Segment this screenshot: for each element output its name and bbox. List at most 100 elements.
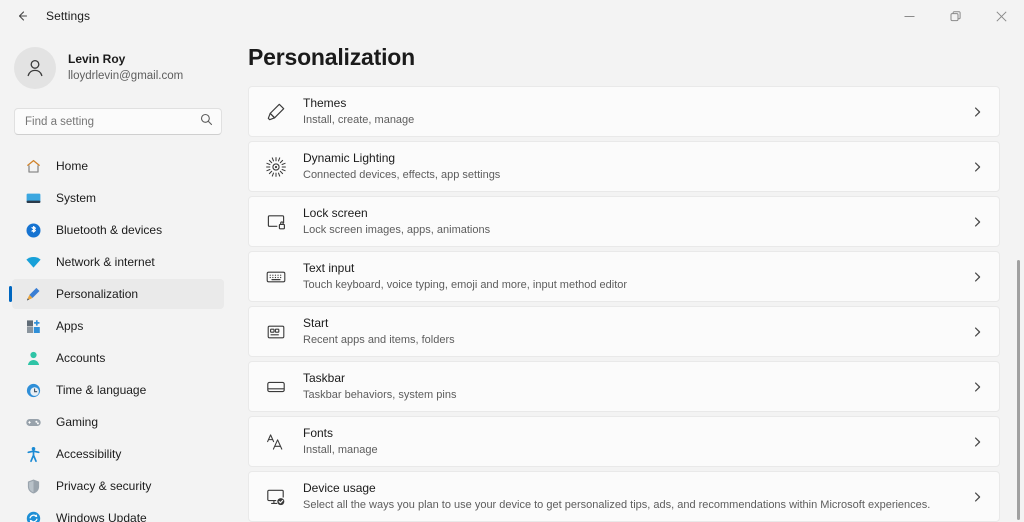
card-subtitle: Taskbar behaviors, system pins bbox=[303, 389, 457, 402]
sidebar-nav: Home System Bluetooth & devices Network … bbox=[0, 151, 236, 522]
back-arrow-icon bbox=[15, 9, 29, 23]
sidebar-item-privacy-security[interactable]: Privacy & security bbox=[12, 471, 224, 501]
sidebar-item-label: Home bbox=[56, 159, 89, 173]
settings-card-start[interactable]: Start Recent apps and items, folders bbox=[248, 306, 1000, 357]
fonts-aa-icon bbox=[263, 429, 289, 455]
gamepad-icon bbox=[24, 413, 42, 431]
settings-card-device-usage[interactable]: Device usage Select all the ways you pla… bbox=[248, 471, 1000, 522]
settings-card-taskbar[interactable]: Taskbar Taskbar behaviors, system pins bbox=[248, 361, 1000, 412]
maximize-button[interactable] bbox=[932, 0, 978, 32]
person-avatar-icon bbox=[23, 56, 47, 80]
search-box[interactable] bbox=[14, 108, 222, 135]
home-icon bbox=[24, 157, 42, 175]
sidebar-item-home[interactable]: Home bbox=[12, 151, 224, 181]
account-summary[interactable]: Levin Roy lloydrlevin@gmail.com bbox=[0, 32, 236, 94]
settings-window: Settings Levin Roy lloydrlevin@gmail.com… bbox=[0, 0, 1024, 522]
start-menu-icon bbox=[263, 319, 289, 345]
sidebar-item-label: Windows Update bbox=[56, 511, 147, 522]
search-container bbox=[0, 94, 236, 135]
card-title: Fonts bbox=[303, 425, 334, 440]
search-input[interactable] bbox=[15, 109, 221, 134]
card-subtitle: Lock screen images, apps, animations bbox=[303, 224, 491, 237]
settings-card-themes[interactable]: Themes Install, create, manage bbox=[248, 86, 1000, 137]
sidebar-item-personalization[interactable]: Personalization bbox=[9, 279, 224, 309]
card-title: Text input bbox=[303, 260, 355, 275]
account-person-icon bbox=[24, 349, 42, 367]
card-title: Lock screen bbox=[303, 205, 368, 220]
card-subtitle: Install, create, manage bbox=[303, 114, 415, 127]
sidebar-item-label: Privacy & security bbox=[56, 479, 152, 493]
sidebar-item-label: System bbox=[56, 191, 97, 205]
system-monitor-icon bbox=[24, 189, 42, 207]
card-title: Themes bbox=[303, 95, 347, 110]
sidebar-item-label: Bluetooth & devices bbox=[56, 223, 163, 237]
bluetooth-icon bbox=[24, 221, 42, 239]
card-subtitle: Recent apps and items, folders bbox=[303, 334, 455, 347]
chevron-right-icon[interactable] bbox=[972, 271, 983, 282]
chevron-right-icon[interactable] bbox=[972, 436, 983, 447]
sidebar-item-accessibility[interactable]: Accessibility bbox=[12, 439, 224, 469]
paintbrush-icon bbox=[263, 99, 289, 125]
settings-card-lock-screen[interactable]: Lock screen Lock screen images, apps, an… bbox=[248, 196, 1000, 247]
sidebar-item-accounts[interactable]: Accounts bbox=[12, 343, 224, 373]
account-name: Levin Roy bbox=[68, 52, 126, 67]
close-icon bbox=[995, 10, 1007, 22]
avatar bbox=[14, 47, 56, 89]
chevron-right-icon[interactable] bbox=[972, 106, 983, 117]
close-button[interactable] bbox=[978, 0, 1024, 32]
search-icon[interactable] bbox=[200, 113, 213, 131]
sidebar-item-label: Apps bbox=[56, 319, 84, 333]
apps-icon bbox=[24, 317, 42, 335]
sidebar-item-label: Time & language bbox=[56, 383, 147, 397]
sidebar-item-apps[interactable]: Apps bbox=[12, 311, 224, 341]
chevron-right-icon[interactable] bbox=[972, 161, 983, 172]
restore-icon bbox=[950, 10, 961, 22]
settings-card-fonts[interactable]: Fonts Install, manage bbox=[248, 416, 1000, 467]
update-refresh-icon bbox=[24, 509, 42, 522]
app-title: Settings bbox=[46, 9, 91, 23]
sidebar-item-network-internet[interactable]: Network & internet bbox=[12, 247, 224, 277]
title-bar: Settings bbox=[0, 0, 1024, 32]
lock-screen-icon bbox=[263, 209, 289, 235]
chevron-right-icon[interactable] bbox=[972, 491, 983, 502]
card-title: Start bbox=[303, 315, 329, 330]
clock-globe-icon bbox=[24, 381, 42, 399]
window-controls bbox=[886, 0, 1024, 32]
card-title: Dynamic Lighting bbox=[303, 150, 396, 165]
main-content: Personalization Themes Install, create, … bbox=[236, 32, 1024, 522]
sidebar-item-label: Accessibility bbox=[56, 447, 122, 461]
shield-icon bbox=[24, 477, 42, 495]
sidebar: Levin Roy lloydrlevin@gmail.com Find a s… bbox=[0, 32, 236, 522]
wifi-icon bbox=[24, 253, 42, 271]
sidebar-item-bluetooth-devices[interactable]: Bluetooth & devices bbox=[12, 215, 224, 245]
card-subtitle: Select all the ways you plan to use your… bbox=[303, 499, 931, 512]
card-subtitle: Connected devices, effects, app settings bbox=[303, 169, 501, 182]
chevron-right-icon[interactable] bbox=[972, 216, 983, 227]
card-title: Taskbar bbox=[303, 370, 346, 385]
sidebar-item-gaming[interactable]: Gaming bbox=[12, 407, 224, 437]
vertical-scrollbar[interactable] bbox=[1017, 260, 1020, 522]
chevron-right-icon[interactable] bbox=[972, 381, 983, 392]
minimize-icon bbox=[904, 11, 915, 22]
sidebar-item-time-language[interactable]: Time & language bbox=[12, 375, 224, 405]
keyboard-icon bbox=[263, 264, 289, 290]
sidebar-item-label: Network & internet bbox=[56, 255, 155, 269]
account-email: lloydrlevin@gmail.com bbox=[68, 70, 184, 83]
card-subtitle: Touch keyboard, voice typing, emoji and … bbox=[303, 279, 628, 292]
scrollbar-thumb[interactable] bbox=[1017, 260, 1020, 520]
chevron-right-icon[interactable] bbox=[972, 326, 983, 337]
paintbrush-icon bbox=[24, 285, 42, 303]
sidebar-item-label: Personalization bbox=[56, 287, 139, 301]
device-usage-icon bbox=[263, 484, 289, 510]
sunburst-lighting-icon bbox=[263, 154, 289, 180]
accessibility-person-icon bbox=[24, 445, 42, 463]
back-button[interactable] bbox=[6, 2, 38, 30]
settings-card-text-input[interactable]: Text input Touch keyboard, voice typing,… bbox=[248, 251, 1000, 302]
minimize-button[interactable] bbox=[886, 0, 932, 32]
settings-card-dynamic-lighting[interactable]: Dynamic Lighting Connected devices, effe… bbox=[248, 141, 1000, 192]
sidebar-item-windows-update[interactable]: Windows Update bbox=[12, 503, 224, 522]
taskbar-icon bbox=[263, 374, 289, 400]
sidebar-item-system[interactable]: System bbox=[12, 183, 224, 213]
sidebar-item-label: Accounts bbox=[56, 351, 106, 365]
sidebar-item-label: Gaming bbox=[56, 415, 99, 429]
